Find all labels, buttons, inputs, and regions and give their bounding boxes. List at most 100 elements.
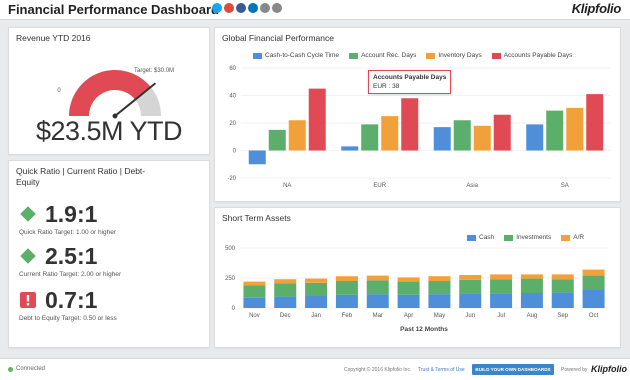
chart-tooltip: Accounts Payable Days EUR : 38 [368, 70, 452, 94]
tooltip-text: EUR : 38 [373, 83, 400, 90]
copyright: Copyright © 2016 Klipfolio Inc. [344, 367, 412, 373]
bar-asia-2 [473, 125, 491, 151]
bar-sep-1 [551, 279, 574, 293]
bar-aug-1 [520, 278, 543, 293]
bar-oct-0 [582, 290, 605, 308]
current-ratio-value: 2.5:1 [45, 243, 98, 269]
bar-feb-0 [335, 294, 358, 308]
footer: Connected Copyright © 2016 Klipfolio Inc… [0, 358, 630, 380]
y-tick-label: -20 [227, 176, 236, 182]
bar-jan-1 [305, 282, 328, 296]
bar-apr-0 [397, 294, 420, 308]
bar-na-2 [288, 120, 306, 151]
bar-dec-1 [274, 283, 297, 297]
current-ratio-target: Current Ratio Target: 2.00 or higher [19, 271, 122, 278]
debt-equity-target: Debt to Equity Target: 0.50 or less [19, 315, 117, 322]
quick-ratio-value: 1.9:1 [45, 201, 98, 227]
status-text: Connected [16, 366, 46, 372]
bar-asia-0 [433, 127, 451, 151]
x-tick-label: Jan [311, 313, 321, 319]
gauge-fill-arc [69, 70, 151, 116]
bar-sa-1 [546, 110, 564, 151]
bar-jul-2 [490, 274, 513, 280]
x-tick-label: Asia [466, 183, 478, 189]
build-dashboards-button[interactable]: BUILD YOUR OWN DASHBOARDS [472, 364, 554, 375]
bar-sep-0 [551, 292, 574, 308]
bar-feb-2 [335, 276, 358, 281]
bar-oct-1 [582, 275, 605, 290]
x-tick-label: Sep [557, 313, 568, 319]
bar-aug-2 [520, 274, 543, 279]
bar-na-1 [268, 129, 286, 151]
x-tick-label: Mar [373, 313, 383, 319]
brand-logo[interactable]: Klipfolio [572, 1, 622, 16]
y-tick-label: 250 [225, 276, 236, 282]
footer-brand-logo[interactable]: Klipfolio [591, 364, 627, 374]
short-term-stacked-chart: 0 250 500 Nov Dec Jan Feb Mar Apr May Jun Jul Aug Sep… [225, 246, 609, 333]
diamond-icon [20, 248, 36, 264]
bar-eur-0 [341, 146, 359, 151]
y-tick-label: 60 [229, 66, 236, 72]
alert-icon [20, 292, 36, 308]
bar-jan-2 [305, 278, 328, 283]
revenue-card: Revenue YTD 2016 0 Target: $30.0M $23.5M… [8, 27, 210, 155]
tooltip-title: Accounts Payable Days [373, 74, 447, 81]
bar-na-0 [248, 150, 266, 165]
bar-eur-2 [381, 116, 399, 151]
google-plus-icon[interactable] [224, 3, 234, 13]
bar-sep-2 [551, 274, 574, 280]
x-tick-label: May [434, 313, 445, 319]
bar-jun-0 [459, 293, 482, 308]
gauge-min-label: 0 [57, 88, 61, 94]
bar-may-1 [428, 281, 451, 295]
status-dot-icon [8, 366, 13, 372]
global-bar-chart: -20 0 20 40 60 NA EUR Asia SA [227, 66, 611, 189]
x-tick-label: EUR [373, 183, 386, 189]
x-tick-label: SA [561, 183, 569, 189]
bar-mar-0 [366, 294, 389, 308]
bar-sa-0 [526, 124, 544, 151]
y-tick-label: 0 [233, 149, 237, 155]
x-tick-label: Oct [589, 313, 599, 319]
y-tick-label: 20 [229, 121, 236, 127]
y-tick-label: 0 [232, 306, 236, 312]
bar-apr-2 [397, 277, 420, 282]
link-icon[interactable] [272, 3, 282, 13]
x-tick-label: Jul [497, 313, 505, 319]
debt-equity-value: 0.7:1 [45, 287, 98, 313]
revenue-value: $23.5M YTD [35, 116, 183, 146]
bar-nov-2 [243, 281, 266, 286]
bar-eur-3 [401, 98, 419, 151]
x-tick-label: Jun [465, 313, 475, 319]
bar-feb-1 [335, 281, 358, 295]
bar-oct-2 [582, 269, 605, 276]
terms-link[interactable]: Trust & Terms of Use [418, 367, 465, 373]
dashboard-title: Financial Performance Dashboard [8, 2, 219, 17]
bar-sa-3 [586, 94, 604, 151]
bar-asia-3 [493, 114, 511, 151]
email-icon[interactable] [260, 3, 270, 13]
x-axis-label: Past 12 Months [400, 326, 448, 333]
bar-eur-1 [361, 124, 379, 151]
bar-jan-0 [305, 296, 328, 308]
x-tick-label: Nov [249, 313, 260, 319]
bar-mar-2 [366, 275, 389, 281]
twitter-icon[interactable] [212, 3, 222, 13]
bar-apr-1 [397, 281, 420, 295]
bar-dec-2 [274, 279, 297, 284]
short-term-assets-card: Short Term Assets Cash Investments A/R 0 25… [214, 207, 621, 348]
x-tick-label: Aug [527, 313, 538, 319]
x-tick-label: Apr [404, 313, 413, 319]
gauge-target-label: Target: $30.0M [134, 68, 174, 74]
diamond-icon [20, 206, 36, 222]
facebook-icon[interactable] [236, 3, 246, 13]
connection-status: Connected [8, 366, 45, 372]
bar-nov-1 [243, 285, 266, 298]
bar-may-2 [428, 276, 451, 281]
bar-jun-1 [459, 279, 482, 294]
linkedin-icon[interactable] [248, 3, 258, 13]
x-tick-label: NA [283, 183, 291, 189]
y-tick-label: 40 [229, 94, 236, 100]
ratios-card: Quick Ratio | Current Ratio | Debt-Equit… [8, 160, 210, 348]
share-icons [212, 3, 282, 13]
